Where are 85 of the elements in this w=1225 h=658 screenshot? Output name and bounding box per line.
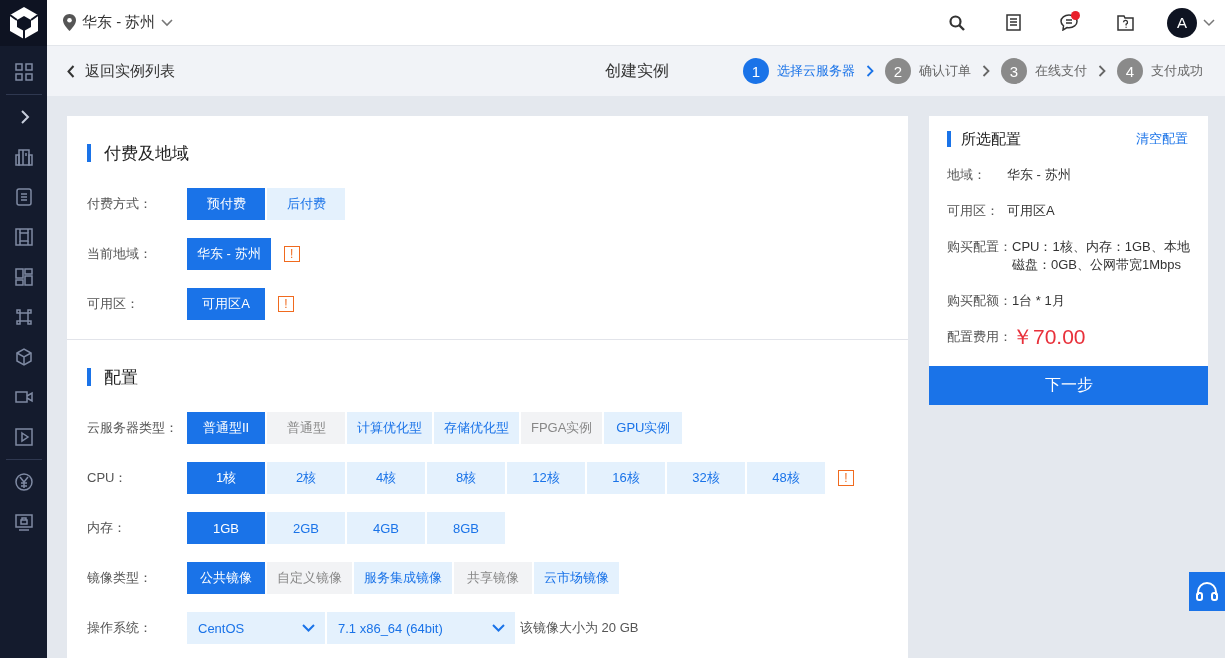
summary-value: CPU：1核、内存：1GB、本地磁盘：0GB、公网带宽1Mbps: [1012, 238, 1190, 274]
option-button[interactable]: 1核: [187, 462, 265, 494]
dropdown-field[interactable]: CentOS: [187, 612, 325, 644]
section-title: 付费及地域: [104, 142, 189, 165]
option-button[interactable]: 8核: [427, 462, 505, 494]
option-button[interactable]: 8GB: [427, 512, 505, 544]
chevron-down-icon: [302, 624, 315, 632]
field-label: CPU：: [87, 469, 129, 487]
option-button[interactable]: 华东 - 苏州: [187, 238, 271, 270]
logo-icon[interactable]: [7, 6, 40, 40]
option-button[interactable]: 可用区A: [187, 288, 265, 320]
option-button[interactable]: 2核: [267, 462, 345, 494]
chevron-right-icon: [866, 65, 874, 77]
dropdown-field[interactable]: 7.1 x86_64 (64bit): [327, 612, 515, 644]
field-label: 可用区：: [87, 295, 140, 313]
region-selector[interactable]: 华东 - 苏州: [63, 13, 174, 32]
warning-badge[interactable]: !: [278, 296, 294, 312]
summary-label: 配置费用：: [947, 328, 1012, 346]
option-button[interactable]: 48核: [747, 462, 825, 494]
option-button[interactable]: 1GB: [187, 512, 265, 544]
image-size-note: 该镜像大小为 20 GB: [520, 619, 639, 637]
headset-icon[interactable]: [1195, 581, 1219, 602]
section-title: 配置: [104, 366, 138, 389]
field-label: 镜像类型：: [87, 569, 153, 587]
chat-icon[interactable]: [1060, 14, 1078, 31]
location-pin-icon: [63, 14, 76, 31]
chevron-down-icon: [161, 18, 174, 27]
cube-icon[interactable]: [13, 347, 34, 367]
option-button[interactable]: 服务集成镜像: [354, 562, 452, 594]
back-link[interactable]: 返回实例列表: [67, 61, 175, 81]
option-button[interactable]: 普通型II: [187, 412, 265, 444]
next-step-button[interactable]: 下一步: [929, 366, 1208, 405]
dashboard-icon[interactable]: [13, 267, 34, 287]
grid-icon[interactable]: [13, 62, 34, 82]
chevron-right-icon: [1098, 65, 1106, 77]
command-icon[interactable]: [13, 307, 34, 327]
step: 1 选择云服务器: [743, 58, 855, 84]
option-button[interactable]: 计算优化型: [347, 412, 432, 444]
option-button[interactable]: 后付费: [267, 188, 345, 220]
summary-value: 1台 * 1月: [1012, 292, 1066, 310]
option-button[interactable]: 预付费: [187, 188, 265, 220]
frame-icon[interactable]: [13, 227, 34, 247]
play-icon[interactable]: [13, 427, 34, 447]
monitor-lock-icon[interactable]: [13, 512, 34, 532]
search-icon[interactable]: [949, 14, 965, 31]
price-value: ￥70.00: [1012, 328, 1086, 346]
option-button[interactable]: GPU实例: [604, 412, 683, 444]
option-button[interactable]: 公共镜像: [187, 562, 265, 594]
option-button[interactable]: 存储优化型: [434, 412, 519, 444]
summary-label: 地域：: [947, 166, 987, 184]
page-title: 创建实例: [605, 60, 669, 81]
step: 4 支付成功: [1117, 58, 1203, 84]
summary-value: 可用区A: [1007, 202, 1056, 220]
summary-label: 购买配置：: [947, 238, 1012, 256]
step: 2 确认订单: [885, 58, 971, 84]
option-button[interactable]: 16核: [587, 462, 665, 494]
summary-label: 购买配额：: [947, 292, 1012, 310]
option-button[interactable]: 32核: [667, 462, 745, 494]
help-folder-icon[interactable]: [1116, 14, 1134, 31]
field-label: 付费方式：: [87, 195, 153, 213]
option-button[interactable]: 4核: [347, 462, 425, 494]
user-avatar[interactable]: A: [1167, 7, 1197, 38]
summary-label: 可用区：: [947, 202, 1000, 220]
chevron-down-icon[interactable]: [1203, 18, 1215, 27]
field-label: 内存：: [87, 519, 127, 537]
step: 3 在线支付: [1001, 58, 1087, 84]
option-button[interactable]: 12核: [507, 462, 585, 494]
field-label: 当前地域：: [87, 245, 153, 263]
database-icon[interactable]: [13, 187, 34, 207]
yen-icon[interactable]: [13, 472, 34, 492]
warning-badge[interactable]: !: [838, 470, 854, 486]
chevron-down-icon: [492, 624, 505, 632]
option-button[interactable]: 云市场镜像: [534, 562, 619, 594]
summary-value: 华东 - 苏州: [1007, 166, 1072, 184]
option-button[interactable]: 4GB: [347, 512, 425, 544]
field-label: 云服务器类型：: [87, 419, 179, 437]
document-list-icon[interactable]: [1005, 14, 1021, 31]
building-icon[interactable]: [13, 147, 34, 167]
chevron-left-icon: [67, 64, 75, 78]
summary-title: 所选配置: [961, 129, 1022, 149]
option-button[interactable]: 2GB: [267, 512, 345, 544]
chevron-right-icon: [982, 65, 990, 77]
warning-badge[interactable]: !: [283, 246, 300, 262]
clear-config-link[interactable]: 清空配置: [1136, 130, 1188, 148]
field-label: 操作系统：: [87, 619, 153, 637]
